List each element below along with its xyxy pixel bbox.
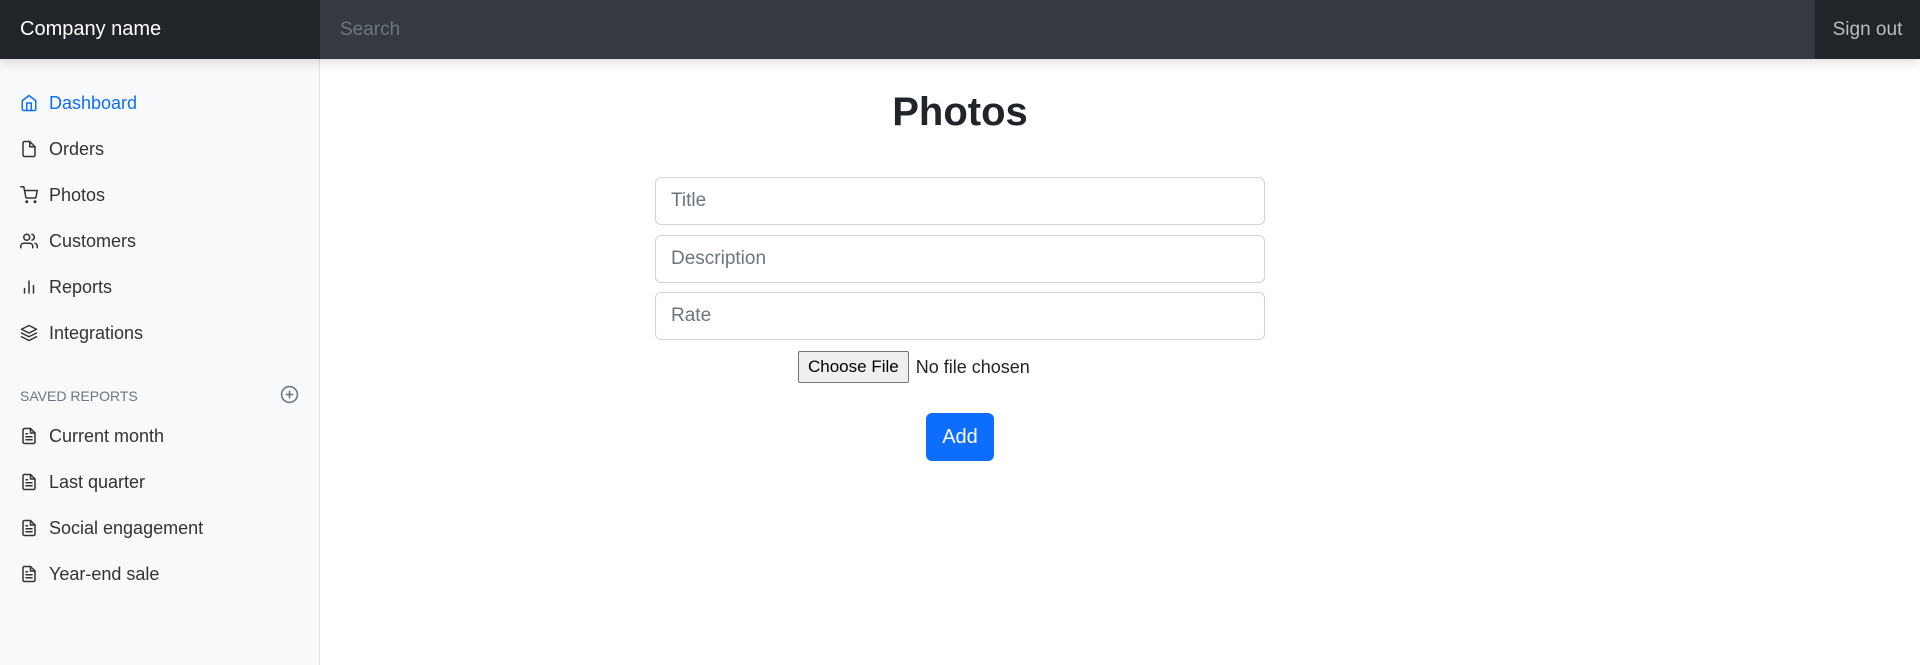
brand-link[interactable]: Company name <box>0 0 320 59</box>
file-upload: Choose File No file chosen <box>798 351 1030 383</box>
add-button[interactable]: Add <box>926 413 994 461</box>
home-icon <box>20 94 38 112</box>
sidebar-item-dashboard[interactable]: Dashboard <box>0 80 319 126</box>
sidebar-item-label: Dashboard <box>49 92 138 113</box>
saved-report-year-end-sale[interactable]: Year-end sale <box>0 551 319 597</box>
file-status: No file chosen <box>915 356 1030 377</box>
saved-report-label: Last quarter <box>49 471 146 492</box>
file-text-icon <box>20 473 38 491</box>
saved-report-label: Social engagement <box>49 517 204 538</box>
sidebar-item-customers[interactable]: Customers <box>0 218 319 264</box>
rate-input[interactable] <box>655 292 1265 340</box>
description-input[interactable] <box>655 235 1265 283</box>
saved-reports-label: SAVED REPORTS <box>20 388 138 404</box>
sidebar-item-photos[interactable]: Photos <box>0 172 319 218</box>
sidebar-item-reports[interactable]: Reports <box>0 264 319 310</box>
plus-circle-icon[interactable] <box>280 385 299 407</box>
choose-file-button[interactable]: Choose File <box>798 351 909 383</box>
saved-report-last-quarter[interactable]: Last quarter <box>0 459 319 505</box>
bar-chart-icon <box>20 278 38 296</box>
sign-out-link[interactable]: Sign out <box>1815 0 1920 59</box>
file-text-icon <box>20 519 38 537</box>
saved-report-label: Year-end sale <box>49 563 160 584</box>
saved-reports-heading: SAVED REPORTS <box>0 383 319 409</box>
top-navbar: Company name Sign out <box>0 0 1920 59</box>
shopping-cart-icon <box>20 186 38 204</box>
sidebar-item-label: Customers <box>49 230 137 251</box>
users-icon <box>20 232 38 250</box>
file-text-icon <box>20 427 38 445</box>
file-icon <box>20 140 38 158</box>
saved-report-current-month[interactable]: Current month <box>0 413 319 459</box>
title-input[interactable] <box>655 177 1265 225</box>
sidebar-item-label: Reports <box>49 276 113 297</box>
sidebar-item-label: Integrations <box>49 322 144 343</box>
layers-icon <box>20 324 38 342</box>
sidebar-item-label: Photos <box>49 184 106 205</box>
saved-report-label: Current month <box>49 425 165 446</box>
search-input[interactable] <box>320 0 1815 59</box>
sidebar-item-orders[interactable]: Orders <box>0 126 319 172</box>
sidebar: Dashboard Orders Photos Customers Report… <box>0 59 320 665</box>
file-text-icon <box>20 565 38 583</box>
sidebar-item-label: Orders <box>49 138 105 159</box>
main-content: Photos Choose File No file chosen Add <box>321 59 1920 665</box>
page-title: Photos <box>892 90 1028 134</box>
saved-report-social-engagement[interactable]: Social engagement <box>0 505 319 551</box>
sidebar-item-integrations[interactable]: Integrations <box>0 310 319 356</box>
